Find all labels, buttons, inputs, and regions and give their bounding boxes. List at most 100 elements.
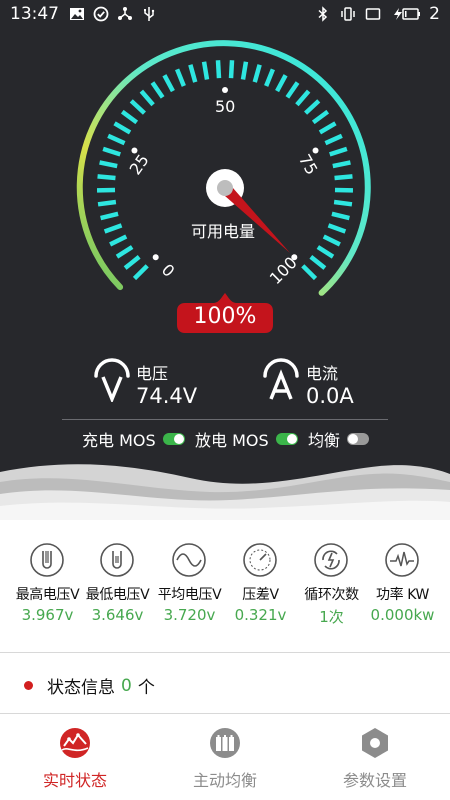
gauge-tick bbox=[97, 174, 116, 181]
tab-label: 实时状态 bbox=[42, 771, 107, 790]
gauge-tick bbox=[102, 146, 121, 157]
min-voltage-icon bbox=[100, 543, 134, 577]
decorative-wave bbox=[0, 464, 450, 520]
gauge-tick bbox=[215, 60, 222, 79]
gauge-tick bbox=[99, 160, 118, 169]
cycle-count-icon bbox=[314, 543, 348, 577]
gauge-tick bbox=[120, 109, 139, 125]
status-info-count: 0 bbox=[121, 675, 132, 696]
gauge-tick bbox=[309, 255, 327, 270]
tabbar-divider bbox=[0, 713, 450, 714]
tab-active-balance[interactable]: 主动均衡 bbox=[150, 715, 300, 800]
gauge-center-label: 可用电量 bbox=[191, 222, 256, 241]
tab-label: 参数设置 bbox=[342, 771, 407, 790]
discharge-mos-label: 放电 MOS bbox=[195, 431, 269, 450]
gauge-tick bbox=[329, 146, 348, 157]
gauge-tick bbox=[334, 174, 353, 181]
percent-badge: 100% bbox=[177, 293, 273, 333]
voltage-label: 电压 bbox=[136, 364, 169, 383]
realtime-status-icon bbox=[60, 728, 90, 758]
gauge-tick bbox=[188, 64, 198, 83]
usb-icon bbox=[144, 7, 155, 21]
discharge-mos-item: 放电 MOS bbox=[195, 427, 298, 451]
gauge-tick bbox=[109, 234, 128, 247]
tab-parameter-settings[interactable]: 参数设置 bbox=[300, 715, 450, 800]
section-divider bbox=[0, 652, 450, 653]
status-time: 13:47 bbox=[10, 4, 59, 24]
voltage-value: 74.4V bbox=[136, 384, 198, 408]
charge-mos-toggle[interactable] bbox=[162, 433, 185, 445]
stat-value: 3.646v bbox=[91, 606, 144, 624]
gauge-tick bbox=[201, 61, 210, 80]
gauge-scale-dot bbox=[152, 254, 159, 261]
gauge-tick bbox=[295, 89, 311, 107]
gauge-tick bbox=[103, 223, 123, 234]
gauge-tick bbox=[301, 264, 318, 281]
current-label: 电流 bbox=[306, 364, 339, 383]
voltage-v-icon bbox=[94, 358, 130, 402]
vibrate-icon bbox=[341, 7, 355, 21]
voltage-diff-icon bbox=[243, 543, 277, 577]
charge-mos-label: 充电 MOS bbox=[82, 431, 156, 450]
gauge-tick bbox=[139, 89, 155, 107]
gauge-tick bbox=[113, 121, 132, 135]
status-right-icons: 2 bbox=[315, 4, 440, 24]
gauge-tick bbox=[123, 255, 141, 270]
cell-stats-row: 最高电压V 3.967v 最低电压V 3.646v 平均电压V 3.720v 压… bbox=[0, 540, 450, 630]
gauge-tick bbox=[304, 99, 321, 115]
gauge-tick bbox=[175, 68, 186, 87]
gauge-tick bbox=[162, 74, 175, 93]
gauge-tick bbox=[311, 109, 330, 125]
stat-value: 3.720v bbox=[163, 606, 216, 624]
gauge-tick bbox=[316, 245, 335, 259]
active-balance-icon bbox=[210, 728, 240, 758]
stat-label: 功率 KW bbox=[376, 587, 429, 603]
dashboard-panel: 0 25 50 75 100 可用电量 100% 电压 74.4V 电流 0.0… bbox=[0, 28, 450, 520]
mos-status-row: 充电 MOS 放电 MOS 均衡 bbox=[0, 427, 450, 451]
gauge-tick bbox=[100, 211, 119, 221]
gauge-tick bbox=[252, 64, 262, 83]
gauge-needle-cap bbox=[217, 180, 233, 196]
tab-label: 主动均衡 bbox=[192, 771, 257, 790]
gauge-tick bbox=[332, 160, 351, 169]
gauge-tick bbox=[132, 264, 149, 281]
status-bar: 13:47 2 bbox=[0, 0, 450, 28]
battery-charging-icon bbox=[394, 8, 421, 20]
charge-mos-item: 充电 MOS bbox=[82, 427, 185, 451]
percent-value: 100% bbox=[193, 304, 257, 329]
gauge-tick bbox=[115, 245, 134, 259]
status-info-label: 状态信息 bbox=[47, 678, 115, 698]
bluetooth-icon bbox=[318, 6, 328, 22]
image-icon bbox=[70, 8, 84, 20]
gauge-tick bbox=[333, 199, 353, 207]
gauge-tick bbox=[129, 99, 146, 115]
gauge-tick bbox=[318, 121, 337, 135]
current-a-icon bbox=[263, 358, 299, 400]
status-left-icons bbox=[69, 6, 157, 22]
balance-label: 均衡 bbox=[308, 431, 341, 450]
balance-item: 均衡 bbox=[308, 427, 370, 451]
tab-realtime-status[interactable]: 实时状态 bbox=[0, 715, 150, 800]
gauge-tick-label-50: 50 bbox=[215, 97, 236, 116]
gauge-tick bbox=[285, 81, 300, 99]
soc-gauge bbox=[76, 40, 371, 296]
cast-icon bbox=[365, 8, 381, 20]
gauge-tick bbox=[97, 199, 117, 207]
check-circle-icon bbox=[93, 6, 109, 22]
gauge-tick bbox=[275, 74, 288, 93]
power-icon bbox=[385, 543, 419, 577]
gauge-tick bbox=[327, 223, 347, 234]
stat-value: 3.967v bbox=[21, 606, 74, 624]
gauge-tick bbox=[107, 133, 126, 146]
gauge-scale-dot bbox=[222, 87, 228, 93]
max-voltage-icon bbox=[30, 543, 64, 577]
discharge-mos-toggle[interactable] bbox=[275, 433, 298, 445]
balance-toggle[interactable] bbox=[347, 433, 370, 445]
stat-value: 1次 bbox=[319, 608, 344, 626]
share-network-icon bbox=[118, 7, 132, 20]
status-info-row[interactable]: 状态信息 0 个 bbox=[24, 673, 155, 698]
current-value: 0.0A bbox=[306, 384, 354, 408]
app-screen: 13:47 2 0 25 50 75 100 可用电量 100% 电压 74.4… bbox=[0, 0, 450, 800]
status-info-unit: 个 bbox=[137, 678, 155, 698]
gauge-tick bbox=[324, 133, 343, 146]
